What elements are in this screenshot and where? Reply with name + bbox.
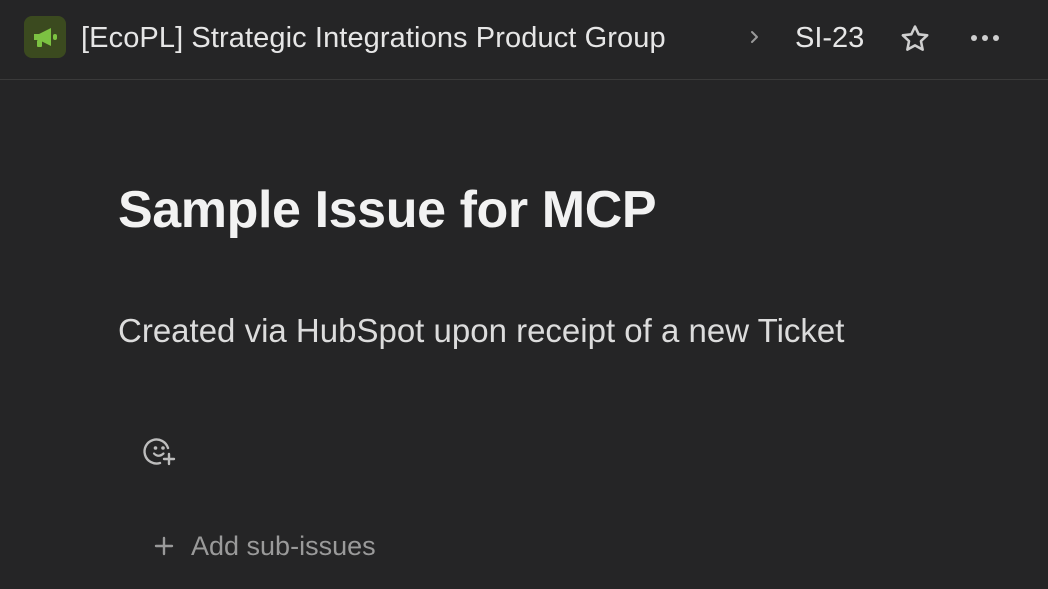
add-sub-issues-label: Add sub-issues	[191, 531, 376, 561]
issue-header: [EcoPL] Strategic Integrations Product G…	[0, 0, 1048, 80]
plus-icon	[153, 535, 175, 557]
ellipsis-icon	[971, 35, 999, 41]
more-options-button[interactable]	[964, 22, 1006, 54]
breadcrumb-issue-id[interactable]: SI-23	[795, 18, 864, 58]
add-reaction-button[interactable]	[140, 432, 180, 472]
issue-description[interactable]: Created via HubSpot upon receipt of a ne…	[118, 309, 844, 353]
chevron-right-icon	[751, 31, 758, 43]
emoji-add-icon	[143, 438, 176, 466]
breadcrumb-team-link[interactable]: [EcoPL] Strategic Integrations Product G…	[81, 18, 666, 58]
favorite-button[interactable]	[896, 21, 934, 57]
megaphone-icon	[34, 28, 57, 47]
add-sub-issues-button[interactable]: Add sub-issues	[153, 526, 376, 566]
issue-title[interactable]: Sample Issue for MCP	[118, 178, 657, 242]
team-avatar[interactable]	[24, 16, 66, 58]
star-icon	[901, 25, 929, 51]
